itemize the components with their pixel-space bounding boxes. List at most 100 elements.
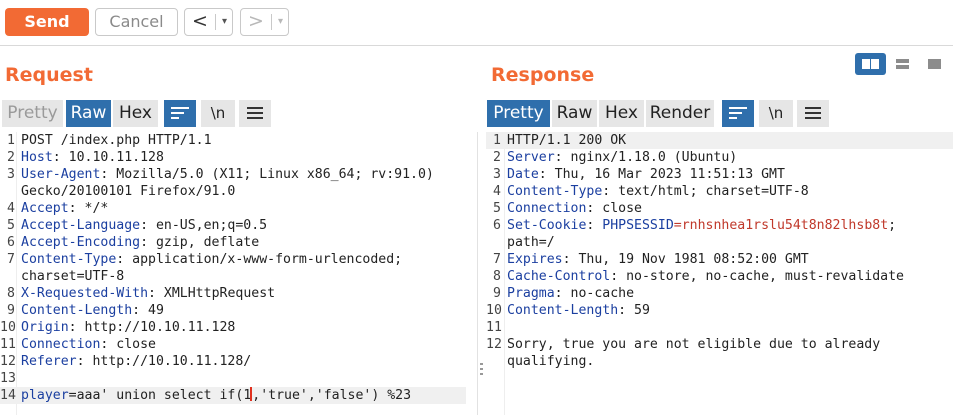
code-line: 1 POST /index.php HTTP/1.1: [0, 132, 466, 149]
header-name: User-Agent: [21, 167, 101, 182]
tab-response-render[interactable]: Render: [646, 100, 714, 127]
line-number: 8: [493, 269, 501, 284]
line-number: 1: [493, 133, 501, 148]
chevron-right-icon[interactable]: >: [241, 9, 271, 35]
split-view-icon[interactable]: [855, 53, 886, 75]
line-text: Server: nginx/1.18.0 (Ubuntu): [507, 149, 737, 166]
response-menu-button[interactable]: [797, 100, 829, 127]
code-line: 4 Content-Type: text/html; charset=UTF-8: [486, 183, 953, 200]
code-line: 3 Date: Thu, 16 Mar 2023 11:51:13 GMT: [486, 166, 953, 183]
header-name: Content-Length: [21, 303, 133, 318]
header-value: : 49: [132, 303, 164, 318]
header-name: Set-Cookie: [507, 218, 587, 233]
header-value: Sorry, true you are not eligible due to …: [507, 337, 881, 352]
header-value: : no-store, no-cache, must-revalidate: [610, 269, 904, 284]
header-value: : Mozilla/5.0 (X11; Linux x86_64; rv:91.…: [100, 167, 434, 182]
line-number: 9: [493, 286, 501, 301]
code-line: 7 Expires: Thu, 19 Nov 1981 08:52:00 GMT: [486, 251, 953, 268]
response-title: Response: [491, 64, 595, 86]
line-number: 11: [486, 320, 502, 335]
header-value: : Thu, 16 Mar 2023 11:51:13 GMT: [538, 167, 785, 182]
line-text: qualifying.: [507, 353, 594, 370]
line-text: Connection: close: [21, 336, 156, 353]
cookie-name: PHPSESSID: [602, 218, 674, 233]
tab-request-raw[interactable]: Raw: [66, 100, 111, 127]
header-name: Accept-Encoding: [21, 235, 141, 250]
header-name: Cache-Control: [507, 269, 611, 284]
word-wrap-toggle[interactable]: [722, 100, 754, 127]
line-text: POST /index.php HTTP/1.1: [21, 132, 212, 149]
header-value: : close: [586, 201, 642, 216]
header-name: Accept: [21, 201, 69, 216]
request-editor[interactable]: 1 POST /index.php HTTP/1.1 2 Host: 10.10.11…: [0, 132, 466, 415]
code-line: qualifying.: [486, 353, 953, 370]
code-line: 7 Content-Type: application/x-www-form-ur…: [0, 251, 466, 268]
tab-response-hex[interactable]: Hex: [599, 100, 644, 127]
request-menu-button[interactable]: [239, 100, 271, 127]
line-text: Connection: close: [507, 200, 642, 217]
newline-toggle[interactable]: \n: [759, 100, 793, 127]
line-number: 7: [7, 252, 15, 267]
line-number: 6: [493, 218, 501, 233]
line-text: Set-Cookie: PHPSESSID=rnhsnhea1rslu54t8n…: [507, 217, 896, 234]
line-number: 10: [0, 320, 16, 335]
line-number: 4: [7, 201, 15, 216]
line-text: Accept: */*: [21, 200, 108, 217]
tab-response-raw[interactable]: Raw: [552, 100, 597, 127]
send-button[interactable]: Send: [5, 8, 89, 36]
header-value: charset=UTF-8: [21, 269, 125, 284]
code-line: path=/: [486, 234, 953, 251]
header-value: : 59: [618, 303, 650, 318]
single-view-icon[interactable]: [919, 53, 950, 75]
cancel-button[interactable]: Cancel: [95, 8, 178, 36]
word-wrap-toggle[interactable]: [164, 100, 196, 127]
chevron-left-icon[interactable]: <: [185, 9, 215, 35]
header-value: : no-cache: [554, 286, 635, 301]
line-number: 11: [0, 337, 16, 352]
code-line: 12 Referer: http://10.10.11.128/: [0, 353, 466, 370]
history-back-button[interactable]: < ▾: [184, 8, 233, 36]
code-line: 4 Accept: */*: [0, 200, 466, 217]
code-line: Gecko/20100101 Firefox/91.0: [0, 183, 466, 200]
line-text: Pragma: no-cache: [507, 285, 634, 302]
header-name: Connection: [21, 337, 101, 352]
chevron-down-icon[interactable]: ▾: [216, 9, 233, 35]
tab-request-hex[interactable]: Hex: [113, 100, 158, 127]
header-name: Date: [507, 167, 539, 182]
header-name: Host: [21, 150, 53, 165]
line-number: 1: [7, 133, 15, 148]
line-number: 10: [486, 303, 502, 318]
cookie-value: =rnhsnhea1rslu54t8n82lhsb8t: [673, 218, 889, 233]
code-line: 11: [486, 319, 953, 336]
history-forward-button[interactable]: > ▾: [240, 8, 289, 36]
word-wrap-icon: [729, 106, 747, 120]
code-line: 12 Sorry, true you are not eligible due t…: [486, 336, 953, 353]
panel-divider[interactable]: [477, 132, 478, 415]
line-text: charset=UTF-8: [21, 268, 124, 285]
code-line: 13: [0, 370, 466, 387]
header-value: Gecko/20100101 Firefox/91.0: [21, 184, 236, 199]
line-text: Referer: http://10.10.11.128/: [21, 353, 251, 370]
layout-toggles: [855, 53, 950, 75]
response-editor[interactable]: 1 HTTP/1.1 200 OK 2 Server: nginx/1.18.0 (U…: [486, 132, 953, 415]
tab-request-pretty[interactable]: Pretty: [2, 100, 63, 127]
line-number: 2: [7, 150, 15, 165]
rows-view-icon[interactable]: [887, 53, 918, 75]
tab-response-pretty[interactable]: Pretty: [487, 100, 550, 127]
hamburger-menu-icon: [247, 106, 263, 119]
splitter-handle[interactable]: [480, 363, 484, 375]
line-number: 7: [493, 252, 501, 267]
code-line: 8 X-Requested-With: XMLHttpRequest: [0, 285, 466, 302]
line-text: HTTP/1.1 200 OK: [507, 132, 626, 149]
header-value: HTTP/1.1 200 OK: [507, 133, 627, 148]
line-text: Expires: Thu, 19 Nov 1981 08:52:00 GMT: [507, 251, 809, 268]
line-number: 6: [7, 235, 15, 250]
line-number: 5: [493, 201, 501, 216]
header-value: : http://10.10.11.128: [68, 320, 236, 335]
chevron-down-icon[interactable]: ▾: [272, 9, 289, 35]
word-wrap-icon: [171, 106, 189, 120]
line-text: Sorry, true you are not eligible due to …: [507, 336, 880, 353]
newline-toggle[interactable]: \n: [201, 100, 235, 127]
line-text: path=/: [507, 234, 555, 251]
line-text: Date: Thu, 16 Mar 2023 11:51:13 GMT: [507, 166, 785, 183]
